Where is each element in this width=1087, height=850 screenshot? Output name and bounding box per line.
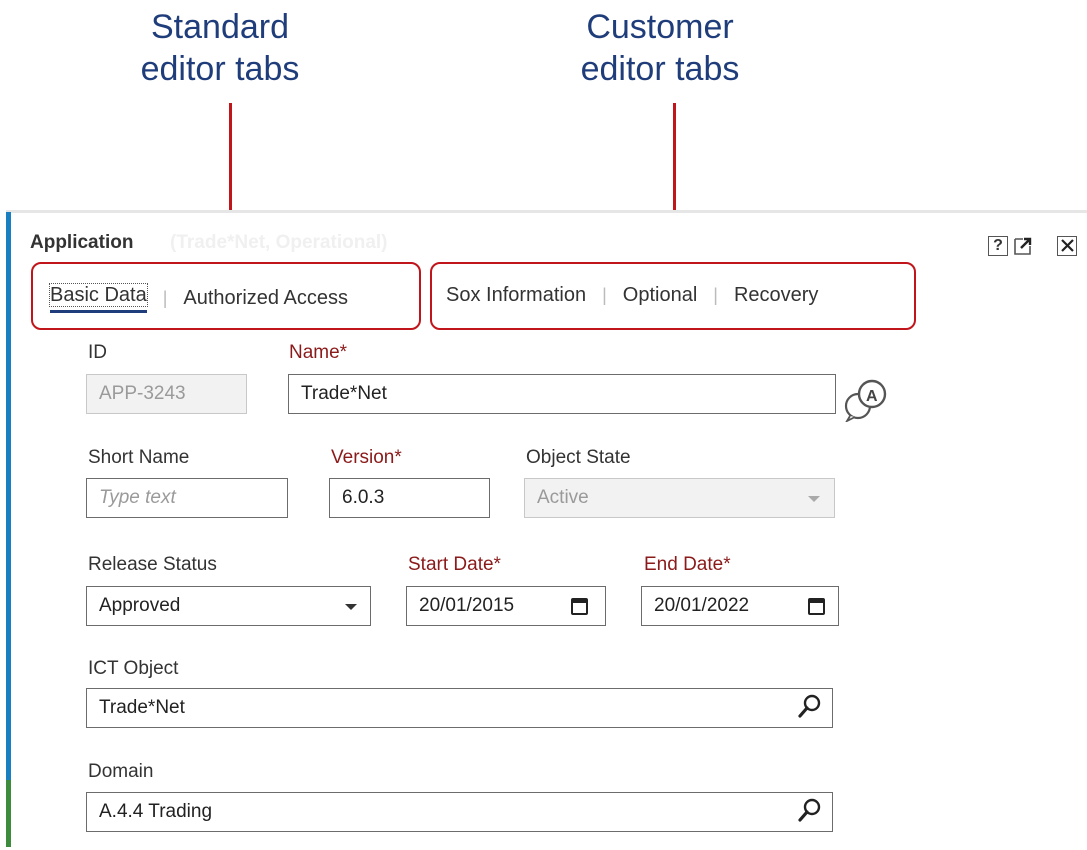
release-status-select[interactable]: Approved <box>86 586 371 626</box>
standard-callout-line1: Standard <box>110 6 330 48</box>
object-state-select: Active <box>524 478 835 518</box>
domain-field[interactable]: A.4.4 Trading <box>86 792 833 832</box>
version-label: Version* <box>331 447 402 469</box>
tab-recovery[interactable]: Recovery <box>734 284 818 307</box>
tab-sox-information[interactable]: Sox Information <box>446 284 586 307</box>
tab-basic-data-label: Basic Data <box>50 284 147 306</box>
domain-label: Domain <box>88 761 153 783</box>
panel-subtitle: (Trade*Net, Operational) <box>170 232 388 254</box>
tab-basic-data[interactable]: Basic Data <box>50 284 147 313</box>
standard-tabs-callout: Standard editor tabs <box>110 6 330 90</box>
help-icon-glyph: ? <box>993 237 1003 254</box>
id-label: ID <box>88 342 107 364</box>
start-date-label: Start Date* <box>408 554 501 576</box>
panel-accent-bar <box>6 212 11 847</box>
name-label: Name* <box>289 342 347 364</box>
tab-optional[interactable]: Optional <box>623 284 698 307</box>
calendar-icon[interactable] <box>571 598 588 615</box>
panel-green-marker <box>6 780 11 847</box>
standard-tab-bar: Basic Data | Authorized Access <box>50 284 348 313</box>
customer-callout-line2: editor tabs <box>550 48 770 90</box>
short-name-label: Short Name <box>88 447 189 469</box>
panel-title: Application <box>30 232 133 254</box>
short-name-field[interactable]: Type text <box>86 478 288 518</box>
tab-separator: | <box>602 285 607 306</box>
tab-separator: | <box>713 285 718 306</box>
svg-text:A: A <box>866 388 878 405</box>
customer-callout-line1: Customer <box>550 6 770 48</box>
version-field[interactable]: 6.0.3 <box>329 478 490 518</box>
id-field: APP-3243 <box>86 374 247 414</box>
name-field[interactable]: Trade*Net <box>288 374 836 414</box>
close-icon[interactable] <box>1057 236 1077 256</box>
chevron-down-icon <box>808 496 820 502</box>
search-icon[interactable] <box>798 694 822 720</box>
end-date-label: End Date* <box>644 554 731 576</box>
help-icon[interactable]: ? <box>988 236 1008 256</box>
customer-tabs-callout: Customer editor tabs <box>550 6 770 90</box>
standard-callout-line2: editor tabs <box>110 48 330 90</box>
ict-object-field[interactable]: Trade*Net <box>86 688 833 728</box>
translate-icon[interactable]: A <box>842 378 892 427</box>
tab-authorized-access[interactable]: Authorized Access <box>183 287 348 310</box>
tab-separator: | <box>163 288 168 309</box>
search-icon[interactable] <box>798 798 822 824</box>
popout-icon[interactable] <box>1013 236 1033 256</box>
customer-tab-bar: Sox Information | Optional | Recovery <box>446 284 818 307</box>
chevron-down-icon[interactable] <box>345 604 357 610</box>
object-state-label: Object State <box>526 447 631 469</box>
release-status-label: Release Status <box>88 554 217 576</box>
ict-object-label: ICT Object <box>88 658 178 680</box>
calendar-icon[interactable] <box>808 598 825 615</box>
